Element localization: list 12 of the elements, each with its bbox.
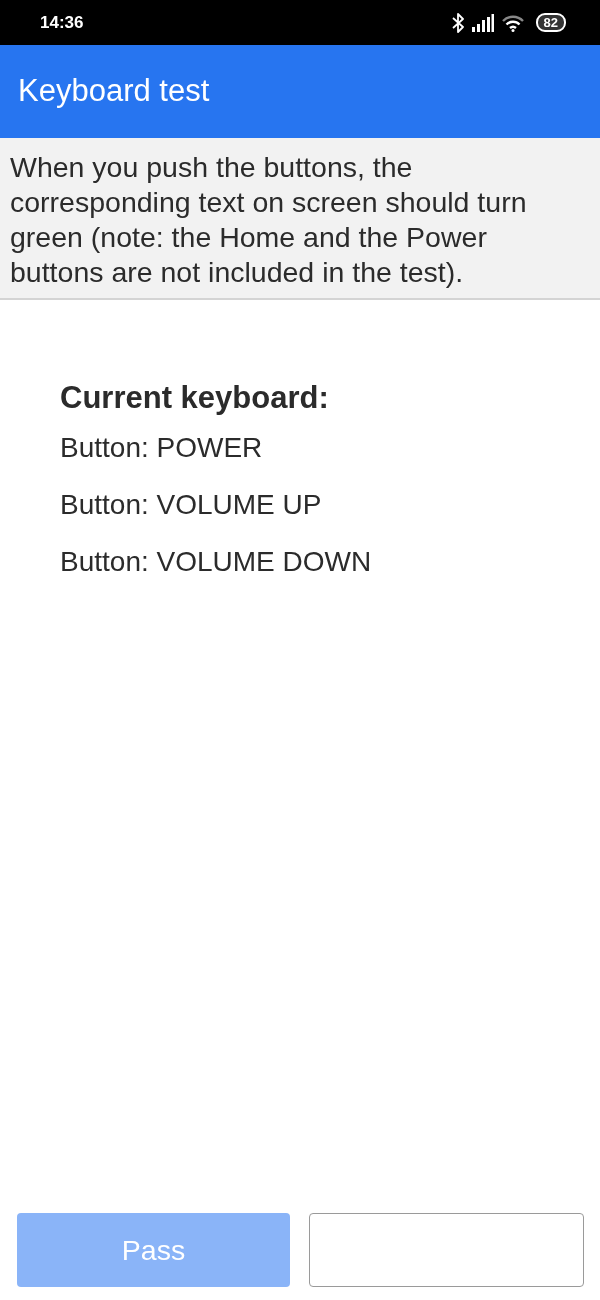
key-status-text: Button: VOLUME DOWN [60, 546, 373, 578]
signal-icon [471, 13, 494, 32]
status-time: 14:36 [40, 11, 84, 34]
keyboard-heading: Current keyboard: [60, 380, 330, 416]
app-bar-title: Keyboard test [18, 72, 210, 111]
battery-indicator: 82 [535, 13, 566, 32]
key-status-text: Button: VOLUME UP [60, 489, 323, 521]
wifi-icon [501, 13, 524, 32]
bluetooth-icon [451, 12, 464, 33]
outlined-button[interactable] [309, 1213, 584, 1287]
instructions-text: When you push the buttons, the corresponding text on screen should turn green (note: the Home and the Power buttons are not included in the test). [10, 150, 528, 290]
key-status-text: Button: POWER [60, 432, 264, 464]
